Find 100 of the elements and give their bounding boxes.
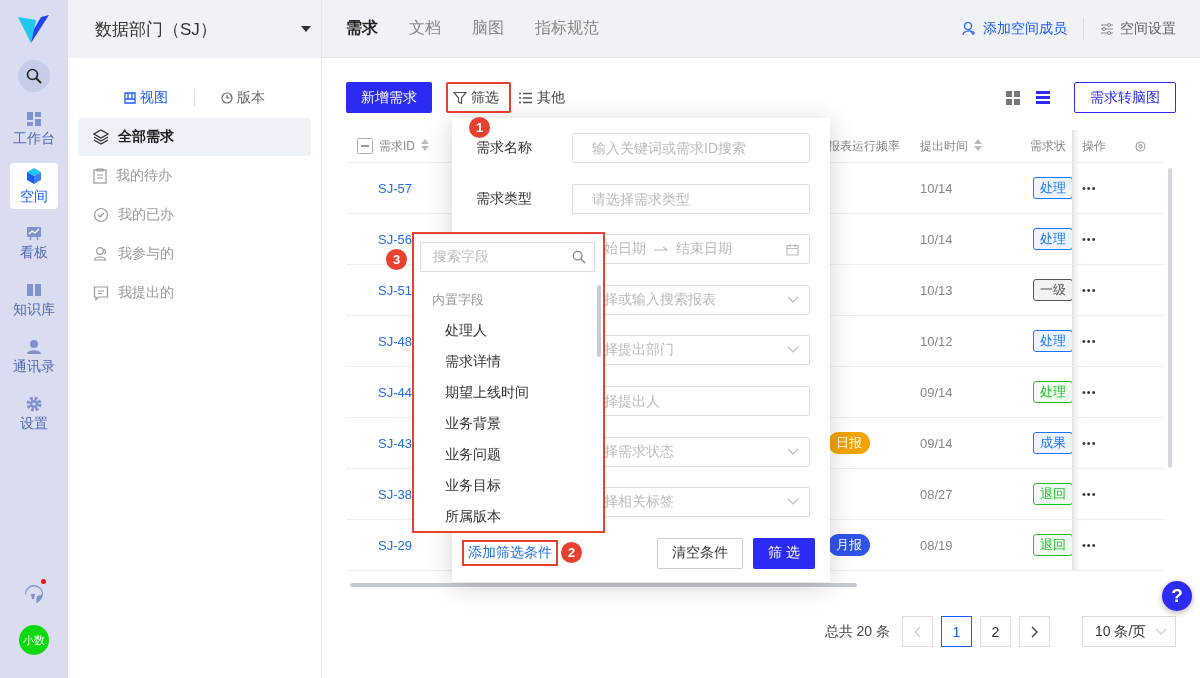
- requirement-id-link[interactable]: SJ-29: [346, 537, 412, 553]
- more-actions-button[interactable]: •••: [1082, 437, 1097, 449]
- header-action[interactable]: 空间设置: [1100, 19, 1176, 38]
- check-circle-icon: [93, 207, 109, 223]
- status-tag: 处理: [1033, 330, 1072, 352]
- cube-icon: [25, 166, 43, 185]
- more-actions-button[interactable]: •••: [1082, 284, 1097, 296]
- status-tag: 成果: [1033, 432, 1072, 454]
- chevron-right-icon: [1031, 625, 1038, 638]
- status-tag: 处理: [1033, 228, 1072, 250]
- more-actions-button[interactable]: •••: [1082, 182, 1097, 194]
- nav-item[interactable]: 我参与的: [78, 235, 311, 273]
- more-actions-button[interactable]: •••: [1082, 335, 1097, 347]
- list-view-icon[interactable]: [1036, 91, 1050, 104]
- sort-icon: [974, 138, 982, 151]
- requirement-id-link[interactable]: SJ-56: [346, 231, 412, 247]
- requirement-id-link[interactable]: SJ-38: [346, 486, 412, 502]
- logo-icon: [17, 14, 51, 44]
- page-size-select[interactable]: 10 条/页: [1082, 616, 1176, 647]
- status-tag: 处理: [1033, 177, 1072, 199]
- date-cell: 09/14: [920, 384, 953, 400]
- more-actions-button[interactable]: •••: [1082, 386, 1097, 398]
- search-button[interactable]: [18, 60, 50, 92]
- chevron-down-icon: [787, 447, 799, 456]
- frequency-tag: 日报: [828, 432, 870, 454]
- new-requirement-button[interactable]: 新增需求: [346, 82, 432, 113]
- chevron-down-icon: [787, 346, 799, 355]
- more-actions-button[interactable]: •••: [1082, 233, 1097, 245]
- select-all-checkbox[interactable]: [357, 138, 373, 154]
- add-condition-link[interactable]: 添加筛选条件: [462, 540, 558, 567]
- other-button[interactable]: 其他: [511, 82, 573, 113]
- nav-item[interactable]: 全部需求: [78, 118, 311, 156]
- requirement-id-link[interactable]: SJ-44: [346, 384, 412, 400]
- filter-button[interactable]: 筛选: [446, 82, 511, 113]
- horizontal-scrollbar[interactable]: [350, 583, 857, 587]
- scrollbar-thumb[interactable]: [1168, 168, 1172, 468]
- header-tab[interactable]: 文档: [409, 18, 441, 39]
- date-cell: 09/14: [920, 435, 953, 451]
- rail-nav-item[interactable]: 工作台: [10, 106, 58, 152]
- header-tab[interactable]: 需求: [346, 18, 378, 39]
- caret-icon[interactable]: [301, 26, 311, 32]
- requirement-id-link[interactable]: SJ-43: [346, 435, 412, 451]
- headset-icon[interactable]: [22, 581, 46, 605]
- help-button[interactable]: ?: [1162, 581, 1192, 611]
- total-count: 总共 20 条: [824, 622, 890, 641]
- grid-view-icon[interactable]: [1006, 90, 1020, 105]
- column-header[interactable]: 提出时间: [920, 137, 982, 155]
- sliders-icon: [1100, 21, 1114, 36]
- rail-nav-item[interactable]: 知识库: [10, 277, 58, 323]
- chevron-down-icon: [1155, 627, 1167, 636]
- frequency-tag: 月报: [828, 534, 870, 556]
- requirement-id-link[interactable]: SJ-48: [346, 333, 412, 349]
- mindmap-button[interactable]: 需求转脑图: [1074, 82, 1176, 113]
- list-icon: [519, 91, 532, 104]
- clear-button[interactable]: 清空条件: [657, 537, 744, 569]
- scrollbar-thumb[interactable]: [597, 285, 601, 357]
- field-label: 需求类型: [476, 189, 532, 206]
- people-icon: [93, 246, 109, 262]
- person-icon: [26, 338, 42, 355]
- page-button[interactable]: 2: [980, 616, 1011, 647]
- nav-item[interactable]: 我的已办: [78, 196, 311, 234]
- layers-icon: [93, 129, 109, 145]
- rail-nav-item[interactable]: 通讯录: [10, 334, 58, 380]
- view-tab[interactable]: 版本: [195, 89, 291, 107]
- requirement-id-link[interactable]: SJ-57: [346, 180, 412, 196]
- view-tab[interactable]: 视图: [98, 89, 194, 107]
- dashboard-icon: [26, 110, 42, 127]
- rail-nav-item[interactable]: 空间: [10, 163, 58, 209]
- date-cell: 10/13: [920, 282, 953, 298]
- settings-icon[interactable]: [1134, 139, 1147, 153]
- status-tag: 一级: [1033, 279, 1072, 301]
- rail-nav-item[interactable]: 看板: [10, 220, 58, 266]
- status-tag: 退回: [1033, 483, 1072, 505]
- add-person-icon: [962, 21, 977, 36]
- date-cell: 10/12: [920, 333, 953, 349]
- filter-icon: [453, 90, 467, 105]
- date-cell: 08/19: [920, 537, 953, 553]
- header-tab[interactable]: 脑图: [472, 18, 504, 39]
- input-field[interactable]: 请选择需求类型: [572, 183, 810, 214]
- page-button[interactable]: 1: [941, 616, 972, 647]
- nav-item[interactable]: 我提出的: [78, 274, 311, 312]
- chevron-down-icon: [787, 498, 799, 507]
- gear-icon: [26, 395, 42, 412]
- input-field[interactable]: 输入关键词或需求ID搜索: [572, 133, 810, 163]
- rail-nav-item[interactable]: 设置: [10, 391, 58, 437]
- submit-filter-button[interactable]: 筛 选: [753, 537, 815, 569]
- more-actions-button[interactable]: •••: [1082, 488, 1097, 500]
- comment-icon: [93, 285, 109, 301]
- next-page-button[interactable]: [1019, 616, 1050, 647]
- date-cell: 08/27: [920, 486, 953, 502]
- status-tag: 处理: [1033, 381, 1072, 403]
- requirement-id-link[interactable]: SJ-51: [346, 282, 412, 298]
- nav-item[interactable]: 我的待办: [78, 157, 311, 195]
- column-header: 需求状: [1030, 137, 1066, 155]
- column-header[interactable]: 需求ID: [379, 137, 429, 155]
- header-tab[interactable]: 指标规范: [535, 18, 599, 39]
- book-icon: [26, 281, 42, 298]
- header-action[interactable]: 添加空间成员: [962, 19, 1067, 38]
- chart-board-icon: [26, 224, 42, 241]
- more-actions-button[interactable]: •••: [1082, 539, 1097, 551]
